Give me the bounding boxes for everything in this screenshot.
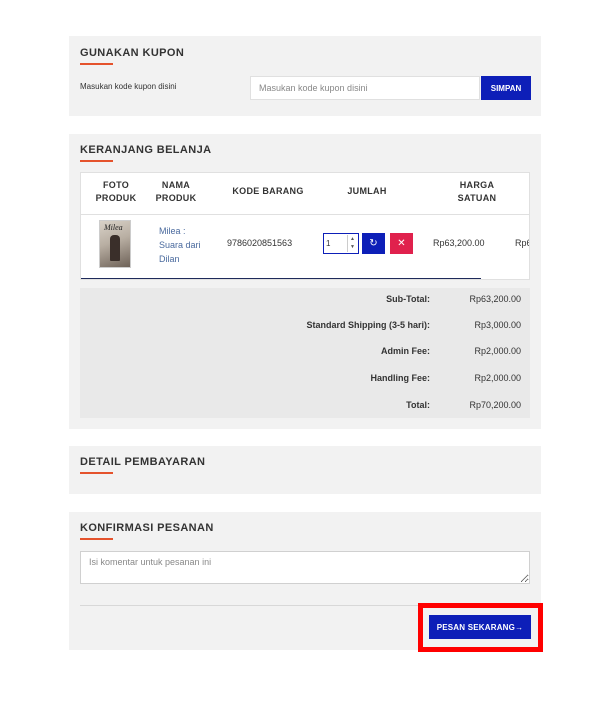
summary-row: Handling Fee: Rp2,000.00 [80, 373, 530, 387]
line-total: Rp6 [515, 238, 530, 248]
order-now-label: PESAN SEKARANG [436, 622, 516, 632]
cart-summary: Sub-Total: Rp63,200.00 Standard Shipping… [80, 288, 530, 418]
title-underline [80, 472, 113, 474]
summary-row-total: Total: Rp70,200.00 [80, 400, 530, 414]
title-underline [80, 538, 113, 540]
save-coupon-button[interactable]: SIMPAN [481, 76, 531, 100]
quantity-stepper[interactable]: ▲▼ [323, 233, 359, 254]
summary-row: Standard Shipping (3-5 hari): Rp3,000.00 [80, 320, 530, 334]
cart-panel: KERANJANG BELANJA FOTO PRODUK NAMA PRODU… [69, 134, 541, 429]
cover-figure [110, 235, 120, 261]
arrow-right-icon: → [515, 622, 524, 632]
col-header-name: NAMA PRODUK [155, 180, 197, 203]
title-underline [80, 160, 113, 162]
coupon-panel: GUNAKAN KUPON Masukan kode kupon disini … [69, 36, 541, 116]
summary-value: Rp2,000.00 [474, 346, 521, 356]
col-header-price: HARGA SATUAN [457, 180, 497, 203]
spinner-arrows-icon[interactable]: ▲ ▼ [347, 235, 357, 252]
cart-title: KERANJANG BELANJA [80, 144, 212, 156]
summary-value: Rp3,000.00 [474, 320, 521, 330]
update-quantity-button[interactable]: ↻ [362, 233, 385, 254]
summary-row: Admin Fee: Rp2,000.00 [80, 346, 530, 360]
summary-value: Rp70,200.00 [469, 400, 521, 410]
summary-row: Sub-Total: Rp63,200.00 [80, 294, 530, 308]
coupon-input[interactable] [250, 76, 480, 100]
cover-title: Milea [104, 223, 123, 232]
confirm-title: KONFIRMASI PESANAN [80, 522, 214, 534]
summary-label: Standard Shipping (3-5 hari): [306, 320, 430, 330]
order-comment-textarea[interactable] [80, 551, 530, 584]
summary-value: Rp2,000.00 [474, 373, 521, 383]
summary-label: Total: [406, 400, 430, 410]
product-image: Milea [99, 220, 131, 268]
product-code: 9786020851563 [227, 238, 293, 248]
row-divider [81, 214, 529, 215]
summary-label: Sub-Total: [386, 294, 430, 304]
quantity-input[interactable] [326, 236, 346, 251]
summary-label: Handling Fee: [370, 373, 430, 383]
remove-item-button[interactable]: ✕ [390, 233, 413, 254]
payment-title: DETAIL PEMBAYARAN [80, 456, 206, 468]
coupon-label: Masukan kode kupon disini [80, 82, 177, 91]
order-now-button[interactable]: PESAN SEKARANG→ [429, 615, 531, 639]
horizontal-scrollbar[interactable] [81, 278, 481, 279]
col-header-qty: JUMLAH [347, 186, 387, 196]
summary-label: Admin Fee: [380, 346, 430, 356]
payment-panel: DETAIL PEMBAYARAN [69, 446, 541, 494]
summary-value: Rp63,200.00 [469, 294, 521, 304]
coupon-title: GUNAKAN KUPON [80, 47, 185, 59]
col-header-photo: FOTO PRODUK [95, 180, 137, 203]
unit-price: Rp63,200.00 [433, 238, 485, 248]
refresh-icon: ↻ [369, 238, 378, 249]
product-name-link[interactable]: Milea : Suara dari Dilan [159, 224, 209, 266]
col-header-code: KODE BARANG [232, 186, 304, 196]
close-icon: ✕ [397, 238, 406, 249]
cart-table[interactable]: FOTO PRODUK NAMA PRODUK KODE BARANG JUML… [80, 172, 530, 280]
title-underline [80, 63, 113, 65]
